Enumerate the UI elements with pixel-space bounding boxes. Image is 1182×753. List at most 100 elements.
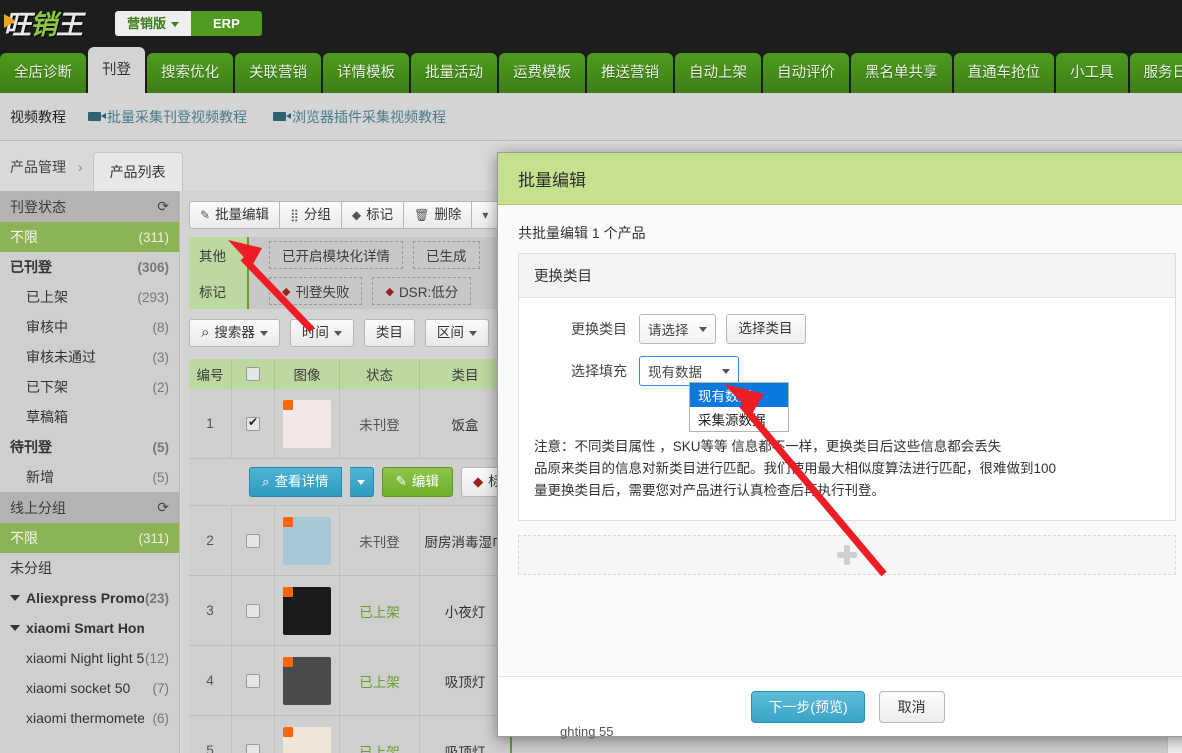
column-header-num: 编号 bbox=[189, 359, 232, 389]
product-thumbnail[interactable] bbox=[283, 656, 331, 705]
status-badge: 未刊登 bbox=[340, 506, 420, 575]
main-navigation: 全店诊断 刊登 搜索优化 关联营销 详情模板 批量活动 运费模板 推送营销 自动上架 自动评价 黑名… bbox=[0, 45, 1182, 93]
erp-button[interactable]: ERP bbox=[191, 11, 262, 36]
video-link-plugin[interactable]: 浏览器插件采集视频教程 bbox=[273, 107, 446, 127]
sidebar-item-label: xiaomi socket 50 bbox=[26, 680, 131, 696]
toolbar-button-4[interactable]: ▾ bbox=[471, 201, 500, 229]
tag-chip-0-0[interactable]: 已开启模块化详情 bbox=[269, 241, 403, 269]
logo-arrow-icon bbox=[4, 14, 16, 28]
tag-chip-label: DSR:低分 bbox=[398, 285, 459, 300]
row-checkbox[interactable] bbox=[246, 743, 260, 753]
row-checkbox[interactable] bbox=[246, 603, 260, 618]
sidebar-item-1-2[interactable]: Aliexpress Promotio(23) bbox=[0, 583, 179, 613]
nav-tab-4[interactable]: 详情模板 bbox=[323, 53, 409, 93]
product-thumbnail[interactable] bbox=[283, 399, 331, 448]
dropdown-option-existing[interactable]: 现有数据 bbox=[690, 383, 788, 407]
sidebar-item-label: 审核未通过 bbox=[26, 349, 96, 365]
select-all-checkbox[interactable] bbox=[246, 367, 260, 381]
chevron-down-icon bbox=[698, 326, 707, 332]
sidebar-item-0-0[interactable]: 不限 (311) bbox=[0, 222, 179, 252]
sidebar-item-label: 新增 bbox=[26, 469, 54, 485]
nav-tab-1[interactable]: 刊登 bbox=[88, 47, 145, 93]
sidebar-item-1-6[interactable]: xiaomi thermometer (6) bbox=[0, 703, 179, 733]
sidebar-item-1-1[interactable]: 未分组 bbox=[0, 553, 179, 583]
sidebar-item-0-5[interactable]: 已下架 (2) bbox=[0, 372, 179, 402]
toolbar-button-0[interactable]: ✎ 批量编辑 bbox=[189, 201, 280, 229]
nav-tab-2[interactable]: 搜索优化 bbox=[147, 53, 233, 93]
sidebar-item-0-4[interactable]: 审核未通过 (3) bbox=[0, 342, 179, 372]
tag-chip-1-0[interactable]: ◆ 刊登失败 bbox=[269, 277, 363, 305]
row-checkbox[interactable] bbox=[246, 533, 260, 548]
batch-edit-modal: 批量编辑 共批量编辑 1 个产品 更换类目 更换类目 请选择 选择类目 选择填充 bbox=[497, 152, 1182, 737]
chevron-down-icon[interactable] bbox=[10, 595, 20, 601]
tab-product-list[interactable]: 产品列表 bbox=[92, 152, 183, 192]
brand-badge-icon bbox=[283, 516, 293, 527]
nav-tab-9[interactable]: 自动评价 bbox=[763, 53, 849, 93]
sidebar-item-1-5[interactable]: xiaomi socket 50 (7) bbox=[0, 673, 179, 703]
next-preview-button[interactable]: 下一步(预览) bbox=[751, 690, 865, 723]
brand-badge-icon bbox=[283, 726, 293, 737]
sidebar-item-0-7[interactable]: 待刊登 (5) bbox=[0, 432, 179, 462]
nav-tab-5[interactable]: 批量活动 bbox=[411, 53, 497, 93]
toolbar-button-1[interactable]: ⣿ 分组 bbox=[279, 201, 341, 229]
search-icon: ⌕ bbox=[201, 324, 210, 341]
refresh-icon[interactable]: ⟳ bbox=[157, 198, 169, 215]
nav-tab-11[interactable]: 直通车抢位 bbox=[953, 53, 1054, 93]
product-thumbnail[interactable] bbox=[283, 726, 331, 753]
cell-image bbox=[275, 389, 340, 458]
product-thumbnail[interactable] bbox=[283, 586, 331, 635]
chevron-down-icon bbox=[259, 330, 268, 336]
view-details-dropdown-button[interactable] bbox=[349, 467, 374, 497]
action-toolbar: ✎ 批量编辑 ⣿ 分组 ◆ 标记 🗑 删除 ▾ bbox=[189, 201, 500, 229]
tag-icon: ◆ bbox=[385, 285, 394, 298]
sidebar-item-label: Aliexpress Promotio bbox=[26, 590, 144, 606]
add-section-button[interactable] bbox=[518, 535, 1176, 575]
breadcrumb-parent[interactable]: 产品管理 › bbox=[0, 157, 93, 191]
edit-icon: ✎ bbox=[395, 474, 407, 489]
nav-tab-7[interactable]: 推送营销 bbox=[587, 53, 673, 93]
choose-category-button[interactable]: 选择类目 bbox=[725, 314, 806, 344]
product-thumbnail[interactable] bbox=[283, 516, 331, 565]
sidebar-item-0-6[interactable]: 草稿箱 bbox=[0, 402, 179, 432]
filter-button-1[interactable]: 时间 bbox=[289, 319, 354, 347]
category-select[interactable]: 请选择 bbox=[639, 314, 716, 344]
tag-chip-0-1[interactable]: 已生成 bbox=[413, 241, 480, 269]
sidebar-item-1-4[interactable]: xiaomi Night light 5 (12) bbox=[0, 643, 179, 673]
video-link-batch[interactable]: 批量采集刊登视频教程 bbox=[88, 107, 247, 127]
sidebar-item-0-1[interactable]: 已刊登 (306) bbox=[0, 252, 179, 282]
sidebar-item-0-8[interactable]: 新增 (5) bbox=[0, 462, 179, 492]
toolbar-button-label: 删除 bbox=[434, 207, 462, 222]
filter-button-3[interactable]: 区间 bbox=[424, 319, 489, 347]
fill-source-dropdown[interactable]: 现有数据 采集源数据 bbox=[689, 382, 789, 432]
nav-tab-10[interactable]: 黑名单共享 bbox=[851, 53, 952, 93]
view-details-button[interactable]: ⌕ 查看详情 bbox=[249, 467, 342, 497]
nav-tab-13[interactable]: 服务日志 bbox=[1129, 53, 1182, 93]
sidebar-item-0-3[interactable]: 审核中 (8) bbox=[0, 312, 179, 342]
nav-tab-3[interactable]: 关联营销 bbox=[235, 53, 321, 93]
nav-tab-0[interactable]: 全店诊断 bbox=[0, 53, 86, 93]
chevron-down-icon[interactable] bbox=[10, 625, 20, 631]
dropdown-option-source[interactable]: 采集源数据 bbox=[690, 407, 788, 431]
toolbar-button-2[interactable]: ◆ 标记 bbox=[340, 201, 404, 229]
sitemap-icon: ⣿ bbox=[290, 208, 299, 222]
toolbar-button-3[interactable]: 🗑 删除 bbox=[403, 201, 472, 229]
cancel-button[interactable]: 取消 bbox=[878, 690, 945, 723]
warning-line-3: 量更换类目后，需要您对产品进行认真检查后再执行刊登。 bbox=[534, 483, 885, 498]
status-badge: 已上架 bbox=[340, 716, 420, 753]
refresh-icon[interactable]: ⟳ bbox=[157, 499, 169, 516]
filter-button-2[interactable]: 类目 bbox=[363, 319, 415, 347]
edit-button[interactable]: ✎ 编辑 bbox=[381, 467, 453, 497]
filter-button-0[interactable]: ⌕ 搜索器 bbox=[189, 319, 280, 347]
row-checkbox[interactable] bbox=[246, 415, 260, 431]
cell-image bbox=[275, 506, 340, 575]
tag-chip-1-1[interactable]: ◆ DSR:低分 bbox=[372, 277, 472, 305]
version-button[interactable]: 营销版 bbox=[115, 11, 192, 36]
sidebar-item-0-2[interactable]: 已上架 (293) bbox=[0, 282, 179, 312]
nav-tab-8[interactable]: 自动上架 bbox=[675, 53, 761, 93]
sidebar-item-1-3[interactable]: xiaomi Smart Home bbox=[0, 613, 179, 643]
row-checkbox[interactable] bbox=[246, 673, 260, 688]
sidebar-item-1-0[interactable]: 不限 (311) bbox=[0, 523, 179, 553]
nav-tab-12[interactable]: 小工具 bbox=[1056, 53, 1128, 93]
filter-button-label: 搜索器 bbox=[214, 325, 255, 340]
nav-tab-6[interactable]: 运费模板 bbox=[499, 53, 585, 93]
